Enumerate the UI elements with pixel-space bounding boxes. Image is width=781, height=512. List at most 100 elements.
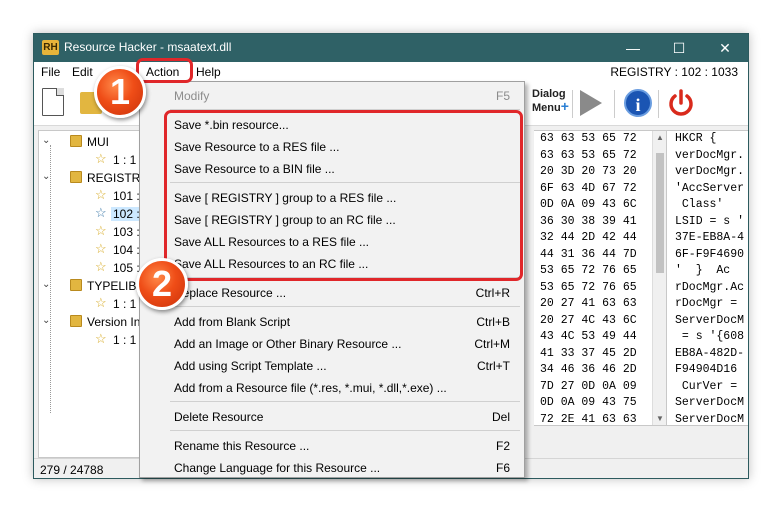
- dialog-menu-icon[interactable]: Dialog Menu+: [532, 88, 569, 118]
- tree-node-registry[interactable]: ⌄ REGISTRY: [39, 169, 143, 187]
- tree-node-label: REGISTRY: [87, 171, 144, 185]
- resource-location: REGISTRY : 102 : 1033: [610, 65, 738, 79]
- tree-node-label: 102 :: [111, 207, 142, 221]
- status-position: 279 / 24788: [40, 463, 104, 477]
- menu-item-label: Replace Resource ...: [174, 286, 287, 300]
- maximize-button[interactable]: ☐: [656, 34, 702, 62]
- plus-icon: +: [560, 98, 569, 114]
- chevron-down-icon[interactable]: ⌄: [42, 171, 50, 182]
- script-line: 37E-EB8A-4: [675, 231, 745, 244]
- menu-item-shortcut: F5: [495, 89, 510, 103]
- play-icon[interactable]: [580, 90, 602, 116]
- script-view[interactable]: HKCR {verDocMgr. verDocMgr. 'AccServer Cla…: [666, 130, 748, 426]
- power-icon[interactable]: [666, 88, 696, 118]
- menu-help[interactable]: Help: [196, 65, 221, 79]
- tree-node-mui[interactable]: ⌄ MUI: [39, 133, 143, 151]
- hex-line: 20 3D 20 73 20: [540, 165, 637, 178]
- menu-item-delete[interactable]: Delete Resource Del: [140, 406, 524, 428]
- tree-leaf[interactable]: ☆ 105 :: [39, 259, 143, 277]
- info-icon[interactable]: i: [624, 89, 652, 117]
- chevron-down-icon[interactable]: ⌄: [42, 279, 50, 290]
- script-line: F94904D16: [675, 363, 738, 376]
- resource-tree[interactable]: ⌄ MUI ☆ 1 : 1 ⌄ REGISTRY ☆ 101 : ☆ 102 :: [38, 130, 144, 458]
- menu-separator: [170, 306, 520, 307]
- menu-item-rename[interactable]: Rename this Resource ... F2: [140, 435, 524, 457]
- close-button[interactable]: ✕: [702, 34, 748, 62]
- script-line: ServerDocM: [675, 412, 745, 426]
- screenshot-stage: RH Resource Hacker - msaatext.dll — ☐ ✕ …: [0, 0, 781, 512]
- hex-line: 7D 27 0D 0A 09: [540, 379, 637, 393]
- menu-item-modify[interactable]: Modify F5: [140, 85, 524, 107]
- dialog-menu-line2-text: Menu: [532, 102, 561, 114]
- menu-item-shortcut: Ctrl+B: [476, 315, 510, 329]
- tree-node-label: 1 : 1: [113, 333, 137, 347]
- menu-item-change-language[interactable]: Change Language for this Resource ... F6: [140, 457, 524, 479]
- tree-node-label: Version In: [87, 315, 141, 329]
- chevron-down-icon[interactable]: ⌄: [42, 135, 50, 146]
- script-line: = s '{608: [675, 330, 745, 343]
- app-icon: RH: [42, 40, 59, 55]
- menu-item-add-image[interactable]: Add an Image or Other Binary Resource ..…: [140, 333, 524, 355]
- menu-item-label: Add from a Resource file (*.res, *.mui, …: [174, 381, 447, 395]
- menu-item-add-blank[interactable]: Add from Blank Script Ctrl+B: [140, 311, 524, 333]
- menu-edit[interactable]: Edit: [72, 65, 93, 79]
- star-icon: ☆: [95, 259, 107, 274]
- tree-leaf[interactable]: ☆ 1 : 1: [39, 331, 143, 349]
- scroll-up-icon[interactable]: ▲: [656, 133, 664, 142]
- tree-node-label: 105 :: [113, 261, 140, 275]
- menu-item-label: Add from Blank Script: [174, 315, 291, 329]
- highlight-save-options: [164, 110, 523, 281]
- new-document-icon[interactable]: [42, 88, 64, 116]
- menu-item-add-from-file[interactable]: Add from a Resource file (*.res, *.mui, …: [140, 377, 524, 399]
- hex-line: 6F 63 4D 67 72: [540, 181, 637, 195]
- step-badge-1: 1: [94, 66, 146, 118]
- hex-line: 63 63 53 65 72: [540, 132, 637, 145]
- tree-leaf[interactable]: ☆ 103 :: [39, 223, 143, 241]
- step-badge-2: 2: [136, 258, 188, 310]
- menu-file[interactable]: File: [41, 65, 60, 79]
- script-line: Class': [675, 198, 724, 211]
- hex-line: 0D 0A 09 43 75: [540, 396, 637, 409]
- script-line: rDocMgr.Ac: [675, 280, 745, 294]
- hex-view[interactable]: 63 63 53 65 72 63 63 53 65 72 20 3D 20 73 …: [534, 130, 666, 426]
- highlight-action-menu: [136, 58, 193, 83]
- folder-icon: [70, 135, 82, 147]
- hex-line: 53 65 72 76 65: [540, 280, 637, 294]
- hex-line: 20 27 41 63 63: [540, 297, 637, 310]
- tree-node-label: 101 :: [113, 189, 140, 203]
- star-icon: ☆: [95, 205, 107, 220]
- menu-item-add-template[interactable]: Add using Script Template ... Ctrl+T: [140, 355, 524, 377]
- hex-scrollbar[interactable]: ▲ ▼: [652, 131, 666, 425]
- tree-leaf-selected[interactable]: ☆ 102 :: [39, 205, 143, 223]
- tree-leaf[interactable]: ☆ 101 :: [39, 187, 143, 205]
- tree-node-label: 1 : 1: [113, 297, 137, 311]
- chevron-down-icon[interactable]: ⌄: [42, 315, 50, 326]
- script-line: rDocMgr =: [675, 297, 738, 310]
- tree-leaf[interactable]: ☆ 1 : 1: [39, 151, 143, 169]
- script-line: ServerDocM: [675, 313, 745, 327]
- script-line: verDocMgr.: [675, 165, 745, 178]
- tree-leaf[interactable]: ☆ 1 : 1: [39, 295, 143, 313]
- script-line: ' } Ac: [675, 264, 731, 277]
- star-icon: ☆: [95, 151, 107, 166]
- menu-item-shortcut: Ctrl+T: [477, 359, 510, 373]
- star-icon: ☆: [95, 331, 107, 346]
- tree-node-label: TYPELIB: [87, 279, 137, 293]
- folder-icon: [70, 315, 82, 327]
- menu-item-label: Add using Script Template ...: [174, 359, 327, 373]
- toolbar-separator: [658, 90, 659, 118]
- menu-item-replace[interactable]: Replace Resource ... Ctrl+R: [140, 282, 524, 304]
- scroll-thumb[interactable]: [656, 153, 664, 273]
- scroll-down-icon[interactable]: ▼: [656, 414, 664, 423]
- script-line: CurVer =: [675, 379, 738, 393]
- tree-node-label: 103 :: [113, 225, 140, 239]
- tree-node-typelib[interactable]: ⌄ TYPELIB: [39, 277, 143, 295]
- tree-leaf[interactable]: ☆ 104 :: [39, 241, 143, 259]
- tree-node-label: 104 :: [113, 243, 140, 257]
- script-line: LSID = s ': [675, 214, 745, 228]
- menu-item-shortcut: Ctrl+R: [475, 286, 510, 300]
- hex-line: 34 46 36 46 2D: [540, 363, 637, 376]
- tree-node-version[interactable]: ⌄ Version In: [39, 313, 143, 331]
- script-line: 6F-F9F4690: [675, 247, 745, 261]
- minimize-button[interactable]: —: [610, 34, 656, 62]
